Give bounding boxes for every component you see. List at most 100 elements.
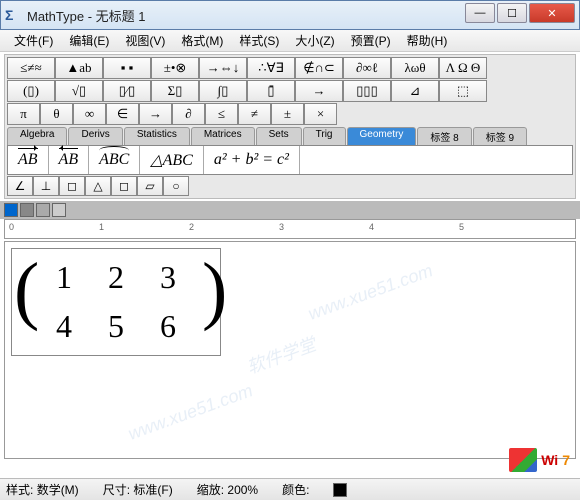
template-slot[interactable]: ▯⁄▯ [103,80,151,102]
expr-triangle[interactable]: △ABC [140,146,204,174]
template-slot[interactable]: ▯̄ [247,80,295,102]
status-color: 颜色: [282,481,309,498]
ruler-mark: 3 [279,222,284,232]
tab-statistics[interactable]: Statistics [124,127,190,145]
color-swatch[interactable] [4,203,18,217]
minimize-button[interactable]: — [465,3,495,23]
template-slot[interactable]: ⊿ [391,80,439,102]
shape-parallelogram[interactable]: ▱ [137,176,163,196]
expression-row: AB AB ABC △ABC a² + b² = c² [7,145,573,175]
shape-rect[interactable]: ◻ [111,176,137,196]
template-slot[interactable]: → [295,80,343,102]
tab-8[interactable]: 标签 8 [417,127,471,145]
symbol-slot[interactable]: ▲ab [55,57,103,79]
matrix-cell[interactable]: 5 [90,302,142,351]
symbol-partial[interactable]: ∂ [172,103,205,125]
status-style: 样式: 数学(M) [6,481,79,498]
symbol-slot[interactable]: λωθ [391,57,439,79]
matrix-expression[interactable]: ( 1 2 3 4 5 6 ) [11,248,221,356]
status-size: 尺寸: 标准(F) [103,481,173,498]
template-slot[interactable]: Σ▯ [151,80,199,102]
ruler-mark: 2 [189,222,194,232]
expr-arc[interactable]: ABC [89,146,140,174]
symbol-arrow[interactable]: → [139,103,172,125]
matrix-cell[interactable]: 6 [142,302,194,351]
template-slot[interactable]: ▯▯▯ [343,80,391,102]
menu-file[interactable]: 文件(F) [6,30,61,51]
tab-algebra[interactable]: Algebra [7,127,67,145]
menu-format[interactable]: 格式(M) [173,30,231,51]
ruler-mark: 5 [459,222,464,232]
close-button[interactable]: ✕ [529,3,575,23]
symbol-slot[interactable]: ±•⊗ [151,57,199,79]
matrix-row: 4 5 6 [38,302,194,351]
shape-row: ∠ ⊥ ◻ △ ◻ ▱ ○ [7,176,573,196]
vector-icon: AB [18,151,38,169]
symbol-infinity[interactable]: ∞ [73,103,106,125]
color-preview[interactable] [333,483,347,497]
expr-vector-left[interactable]: AB [49,146,90,174]
symbol-element[interactable]: ∈ [106,103,139,125]
tab-9[interactable]: 标签 9 [473,127,527,145]
expr-vector-right[interactable]: AB [8,146,49,174]
shape-perp[interactable]: ⊥ [33,176,59,196]
symbol-row-3: π θ ∞ ∈ → ∂ ≤ ≠ ± × [7,103,573,125]
symbol-slot[interactable]: Λ Ω Θ [439,57,487,79]
tab-matrices[interactable]: Matrices [191,127,255,145]
symbol-pi[interactable]: π [7,103,40,125]
tab-derivs[interactable]: Derivs [68,127,122,145]
logo-text: Wi [541,452,558,468]
menu-help[interactable]: 帮助(H) [399,30,456,51]
symbol-neq[interactable]: ≠ [238,103,271,125]
expr-pythagorean[interactable]: a² + b² = c² [204,146,300,174]
right-paren-icon: ) [202,249,218,355]
category-tabs: Algebra Derivs Statistics Matrices Sets … [7,127,573,145]
menu-edit[interactable]: 编辑(E) [61,30,117,51]
menu-view[interactable]: 视图(V) [117,30,173,51]
template-slot[interactable]: (▯) [7,80,55,102]
tab-trig[interactable]: Trig [303,127,346,145]
shape-circle[interactable]: ○ [163,176,189,196]
shape-square[interactable]: ◻ [59,176,85,196]
symbol-slot[interactable]: ∉∩⊂ [295,57,343,79]
shape-triangle[interactable]: △ [85,176,111,196]
maximize-button[interactable]: ☐ [497,3,527,23]
status-zoom: 缩放: 200% [197,481,258,498]
template-slot[interactable]: ∫▯ [199,80,247,102]
app-icon: Σ [5,7,21,23]
window-buttons: — ☐ ✕ [465,3,575,23]
matrix-cell[interactable]: 2 [90,253,142,302]
symbol-slot[interactable]: ≤≠≈ [7,57,55,79]
symbol-row-2: (▯) √▯ ▯⁄▯ Σ▯ ∫▯ ▯̄ → ▯▯▯ ⊿ ⬚ [7,80,573,102]
ruler-mark: 0 [9,222,14,232]
menu-style[interactable]: 样式(S) [231,30,287,51]
equation-editor[interactable]: ( 1 2 3 4 5 6 ) www.xue51.com 软件学堂 www.x… [4,241,576,459]
symbol-slot[interactable]: →⇔↓ [199,57,247,79]
template-slot[interactable]: √▯ [55,80,103,102]
color-swatch[interactable] [36,203,50,217]
matrix-cell[interactable]: 1 [38,253,90,302]
symbol-slot[interactable]: ▪ ▪ [103,57,151,79]
matrix-cell[interactable]: 3 [142,253,194,302]
symbol-slot[interactable]: ∴∀∃ [247,57,295,79]
arc-icon: ABC [99,151,129,169]
matrix-row: 1 2 3 [38,253,194,302]
ruler[interactable]: 0 1 2 3 4 5 [4,219,576,239]
color-swatch[interactable] [52,203,66,217]
corner-logo: Wi7 [509,448,570,472]
menu-preset[interactable]: 预置(P) [343,30,399,51]
template-slot[interactable]: ⬚ [439,80,487,102]
ruler-mark: 4 [369,222,374,232]
symbol-slot[interactable]: ∂∞ℓ [343,57,391,79]
matrix-cell[interactable]: 4 [38,302,90,351]
menu-size[interactable]: 大小(Z) [287,30,342,51]
tab-sets[interactable]: Sets [256,127,302,145]
symbol-times[interactable]: × [304,103,337,125]
tab-geometry[interactable]: Geometry [347,127,417,145]
symbol-pm[interactable]: ± [271,103,304,125]
color-swatch[interactable] [20,203,34,217]
left-paren-icon: ( [14,249,30,355]
symbol-theta[interactable]: θ [40,103,73,125]
shape-angle[interactable]: ∠ [7,176,33,196]
symbol-leq[interactable]: ≤ [205,103,238,125]
